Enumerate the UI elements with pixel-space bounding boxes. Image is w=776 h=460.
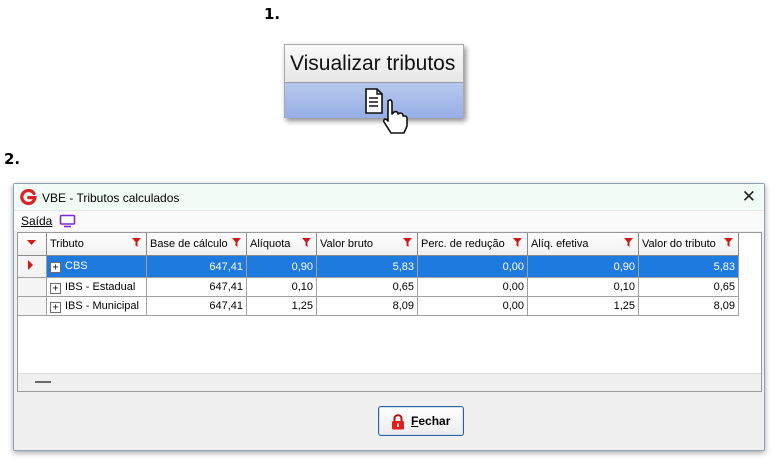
- cell-base[interactable]: 647,41: [146, 277, 247, 297]
- row-indicator[interactable]: [18, 255, 47, 278]
- column-header-base-de-calculo[interactable]: Base de cálculo: [146, 233, 247, 256]
- table-row[interactable]: + IBS - Municipal 647,41 1,25 8,09 0,00 1…: [18, 296, 739, 316]
- table-header-row: Tributo Base de cálculo Alíquota Valor b…: [18, 233, 739, 256]
- filter-icon[interactable]: [232, 238, 241, 247]
- title-bar: VBE - Tributos calculados ✕: [14, 184, 764, 211]
- cell-tributo-text: IBS - Municipal: [65, 299, 139, 312]
- menu-saida[interactable]: Saída: [21, 214, 52, 228]
- row-indicator[interactable]: [18, 277, 47, 297]
- filter-icon[interactable]: [513, 238, 522, 247]
- grid-menu-header[interactable]: [18, 233, 47, 256]
- column-header-label: Tributo: [50, 238, 84, 250]
- cell-tributo-text: IBS - Estadual: [65, 280, 136, 293]
- visualizar-tributos-label: Visualizar tributos: [285, 45, 463, 83]
- visualizar-tributos-action-area[interactable]: [285, 83, 463, 134]
- filter-icon[interactable]: [403, 238, 412, 247]
- cell-aliq-efetiva[interactable]: 1,25: [527, 296, 639, 316]
- cell-tributo-text: CBS: [65, 260, 88, 272]
- column-header-perc-de-reducao[interactable]: Perc. de redução: [417, 233, 528, 256]
- cell-valor-bruto[interactable]: 8,09: [316, 296, 418, 316]
- filter-icon[interactable]: [724, 238, 733, 247]
- column-header-label: Perc. de redução: [421, 238, 505, 250]
- expand-icon[interactable]: +: [50, 282, 61, 294]
- column-header-label: Valor bruto: [320, 238, 373, 250]
- table-row[interactable]: + IBS - Estadual 647,41 0,10 0,65 0,00 0,…: [18, 277, 739, 297]
- cell-perc-reducao[interactable]: 0,00: [417, 255, 528, 278]
- filter-icon[interactable]: [302, 238, 311, 247]
- expand-icon[interactable]: +: [50, 301, 61, 313]
- column-header-label: Base de cálculo: [150, 238, 228, 250]
- cell-valor-tributo[interactable]: 0,65: [638, 277, 739, 297]
- cell-valor-tributo[interactable]: 8,09: [638, 296, 739, 316]
- column-header-label: Valor do tributo: [642, 238, 716, 250]
- grid-footer-bar: [18, 373, 761, 391]
- cell-tributo[interactable]: + IBS - Municipal: [46, 296, 147, 316]
- filter-icon[interactable]: [624, 238, 633, 247]
- tributos-grid[interactable]: Tributo Base de cálculo Alíquota Valor b…: [17, 232, 762, 392]
- fechar-label-rest: echar: [418, 414, 451, 428]
- visualizar-tributos-button-zoom[interactable]: Visualizar tributos: [284, 44, 464, 134]
- table-row[interactable]: + CBS 647,41 0,90 5,83 0,00 0,90 5,83: [18, 255, 739, 278]
- column-header-valor-bruto[interactable]: Valor bruto: [316, 233, 418, 256]
- cell-aliq-efetiva[interactable]: 0,10: [527, 277, 639, 297]
- cell-base[interactable]: 647,41: [146, 296, 247, 316]
- cell-perc-reducao[interactable]: 0,00: [417, 277, 528, 297]
- menu-saida-label: Saída: [21, 214, 53, 228]
- column-header-label: Alíq. efetiva: [531, 238, 589, 250]
- step-1-label: 1.: [264, 5, 281, 23]
- cell-tributo[interactable]: + IBS - Estadual: [46, 277, 147, 297]
- cell-perc-reducao[interactable]: 0,00: [417, 296, 528, 316]
- cell-aliquota[interactable]: 1,25: [246, 296, 317, 316]
- expand-icon[interactable]: +: [50, 262, 61, 273]
- cell-aliquota[interactable]: 0,90: [246, 255, 317, 278]
- dropdown-triangle-icon: [27, 240, 36, 245]
- cell-aliq-efetiva[interactable]: 0,90: [527, 255, 639, 278]
- cell-valor-tributo[interactable]: 5,83: [638, 255, 739, 278]
- tributos-table: Tributo Base de cálculo Alíquota Valor b…: [18, 233, 739, 316]
- current-row-arrow-icon: [28, 260, 33, 270]
- monitor-icon[interactable]: [59, 214, 76, 228]
- column-header-aliq-efetiva[interactable]: Alíq. efetiva: [527, 233, 639, 256]
- collapse-dash-icon[interactable]: [35, 381, 51, 383]
- filter-icon[interactable]: [132, 238, 141, 247]
- menu-bar: Saída: [14, 211, 764, 231]
- close-icon[interactable]: ✕: [742, 187, 756, 207]
- column-header-tributo[interactable]: Tributo: [46, 233, 147, 256]
- row-indicator[interactable]: [18, 296, 47, 316]
- column-header-label: Alíquota: [250, 238, 291, 250]
- lock-icon: [392, 414, 404, 430]
- cell-valor-bruto[interactable]: 5,83: [316, 255, 418, 278]
- column-header-aliquota[interactable]: Alíquota: [246, 233, 317, 256]
- fechar-button[interactable]: Fechar: [378, 406, 464, 436]
- window-title: VBE - Tributos calculados: [42, 191, 180, 205]
- hand-pointer-icon: [382, 99, 408, 134]
- tributos-calculados-window: VBE - Tributos calculados ✕ Saída Tribut…: [13, 183, 765, 451]
- column-header-valor-do-tributo[interactable]: Valor do tributo: [638, 233, 739, 256]
- step-2-label: 2.: [4, 150, 21, 168]
- cell-base[interactable]: 647,41: [146, 255, 247, 278]
- cell-tributo[interactable]: + CBS: [46, 255, 147, 278]
- fechar-label: Fechar: [411, 414, 450, 428]
- cell-aliquota[interactable]: 0,10: [246, 277, 317, 297]
- cell-valor-bruto[interactable]: 0,65: [316, 277, 418, 297]
- app-logo-icon: [20, 189, 37, 205]
